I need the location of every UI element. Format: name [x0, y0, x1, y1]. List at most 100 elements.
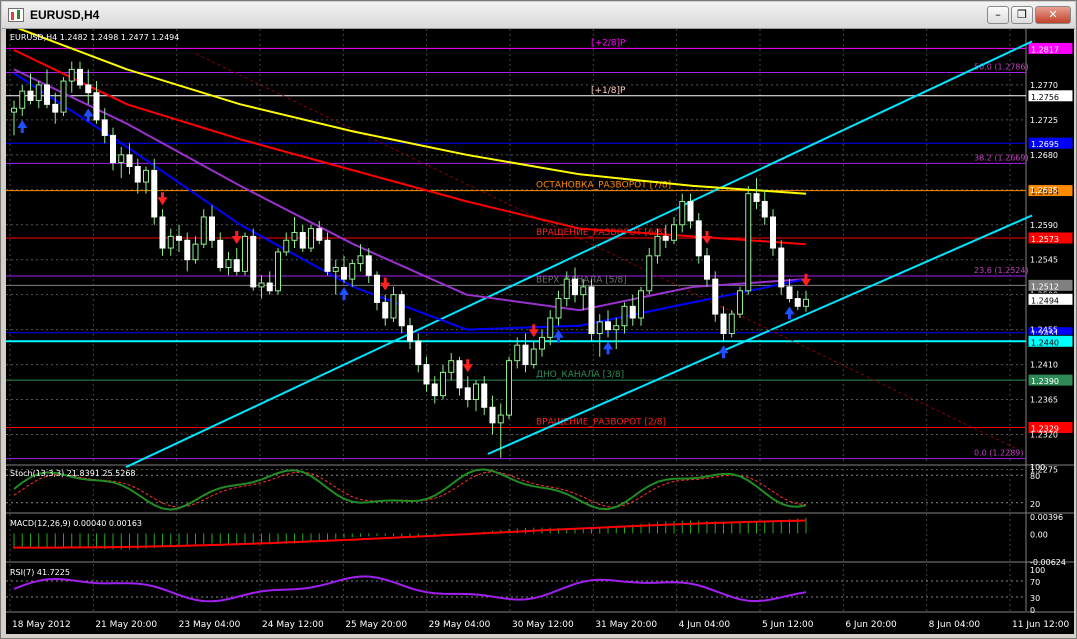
chart-window: EURUSD,H4 – ❐ ✕ 18 May 2012 21 May 20:00 2… — [0, 0, 1077, 639]
macd-tick: 0.00 — [1030, 530, 1048, 539]
title-bar[interactable]: EURUSD,H4 – ❐ ✕ — [2, 2, 1075, 29]
moving-average-line — [13, 72, 807, 331]
current-price-text: 1.2494 — [1031, 296, 1059, 305]
buy-arrow-icon — [784, 306, 795, 320]
x-tick-label: 30 May 12:00 — [512, 620, 574, 630]
candle-body — [555, 298, 562, 319]
candle-body — [613, 325, 620, 331]
x-tick-label: 21 May 20:00 — [95, 620, 157, 630]
buy-arrow-icon — [339, 287, 349, 301]
level-label: [+2/8]P — [591, 38, 626, 48]
candle-body — [712, 278, 719, 315]
level-label: ВРАЩЕНИЕ_РАЗВОРОТ [2/8] — [536, 417, 666, 427]
rsi-tick: 30 — [1030, 594, 1040, 603]
y-tick-label: 1.2410 — [1030, 361, 1058, 370]
sell-arrow-icon — [380, 277, 391, 291]
restore-button[interactable]: ❐ — [1011, 6, 1033, 24]
level-label: 23.6 (1.2524) — [974, 266, 1029, 275]
candle-body — [101, 119, 108, 136]
chart-area[interactable]: 18 May 2012 21 May 20:00 23 May 04:00 24 Ma… — [6, 25, 1074, 634]
price-badge-text: 1.2573 — [1031, 235, 1059, 244]
candle-body — [258, 282, 265, 288]
candle-body — [143, 169, 149, 183]
candle-body — [786, 286, 793, 300]
candle-body — [11, 107, 17, 113]
candle-body — [357, 255, 364, 265]
candle-body — [390, 294, 397, 319]
candle-body — [761, 200, 768, 218]
candle-body — [167, 235, 174, 249]
chart-app-icon — [8, 8, 24, 22]
candle-body — [308, 228, 314, 249]
candle-body — [778, 247, 785, 288]
candle-body — [473, 383, 479, 401]
candle-body — [580, 286, 587, 296]
rsi-label: RSI(7) 41.7225 — [10, 568, 70, 577]
candle-body — [341, 266, 347, 280]
candle-body — [440, 371, 446, 397]
candle-body — [572, 278, 578, 296]
candle-body — [522, 344, 529, 366]
candle-body — [753, 193, 760, 202]
candle-body — [720, 313, 727, 334]
sell-arrow-icon — [702, 231, 712, 245]
candle-body — [671, 224, 677, 241]
candle-body — [596, 321, 603, 334]
candle-body — [217, 239, 224, 268]
candle-body — [44, 84, 50, 105]
level-label: 0.0 (1.2289) — [974, 449, 1024, 458]
x-tick-label: 11 Jun 12:00 — [1012, 620, 1069, 630]
x-tick-label: 4 Jun 04:00 — [679, 620, 731, 630]
candle-body — [481, 383, 488, 408]
candle-body — [621, 305, 628, 327]
candle-body — [448, 360, 455, 373]
minimize-button[interactable]: – — [987, 6, 1009, 24]
candle-body — [184, 239, 191, 261]
close-button[interactable]: ✕ — [1035, 6, 1071, 24]
candle-body — [646, 255, 653, 292]
y-tick-label: 1.2680 — [1030, 151, 1058, 160]
x-tick-label: 24 May 12:00 — [262, 620, 324, 630]
candle-body — [93, 92, 100, 121]
y-tick-label: 1.2365 — [1030, 396, 1058, 405]
candle-body — [687, 200, 694, 222]
chart-svg[interactable]: 18 May 2012 21 May 20:00 23 May 04:00 24 Ma… — [6, 25, 1074, 634]
candle-body — [85, 84, 92, 94]
buy-arrow-icon — [718, 345, 729, 359]
candle-body — [200, 216, 207, 245]
candle-body — [629, 305, 636, 319]
candle-body — [489, 406, 496, 424]
x-tick-label: 29 May 04:00 — [429, 620, 491, 630]
x-tick-label: 5 Jun 12:00 — [762, 620, 814, 630]
candle-body — [497, 414, 504, 424]
stoch-tick: 80 — [1030, 472, 1040, 481]
stoch-tick: 100 — [1030, 463, 1045, 472]
candle-body — [588, 286, 595, 334]
y-tick-label: 1.2320 — [1030, 430, 1058, 439]
candle-body — [704, 255, 710, 280]
candle-body — [275, 251, 281, 292]
x-tick-label: 18 May 2012 — [12, 620, 71, 630]
candle-body — [291, 232, 298, 241]
moving-average-line — [13, 25, 807, 195]
candle-body — [506, 360, 512, 416]
candle-body — [225, 259, 232, 268]
candle-body — [316, 228, 323, 241]
candle-body — [52, 103, 59, 113]
buy-arrow-icon — [603, 341, 613, 355]
candle-body — [365, 255, 372, 276]
y-tick-label: 1.2455 — [1030, 326, 1058, 335]
level-label: 38.2 (1.2669) — [974, 153, 1029, 162]
x-tick-label: 31 May 20:00 — [595, 620, 657, 630]
price-badge-text: 1.2440 — [1031, 338, 1059, 347]
candle-body — [745, 193, 752, 292]
candle-body — [695, 220, 702, 257]
symbol-header: EURUSD,H4 1.2482 1.2498 1.2477 1.2494 — [10, 33, 179, 42]
candle-body — [638, 290, 644, 319]
y-tick-label: 1.2590 — [1030, 221, 1058, 230]
x-tick-label: 6 Jun 20:00 — [845, 620, 897, 630]
window-title: EURUSD,H4 — [30, 8, 100, 22]
candle-body — [382, 301, 389, 319]
channel-upper — [125, 40, 1033, 469]
candle-body — [605, 321, 611, 331]
